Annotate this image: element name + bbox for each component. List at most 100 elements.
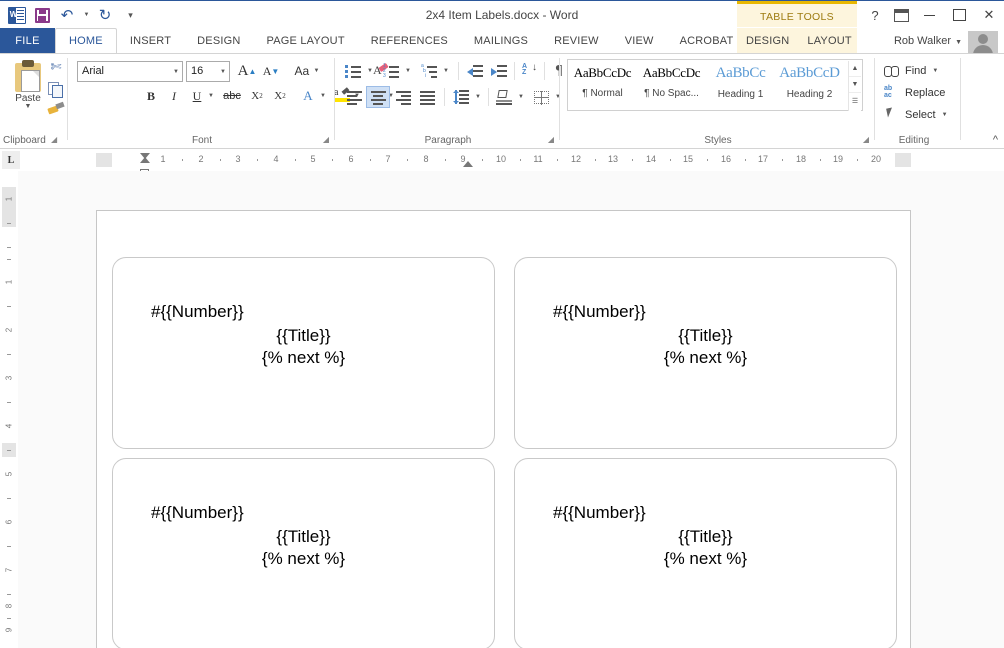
style-item-heading-2[interactable]: AaBbCcD Heading 2 <box>775 60 844 110</box>
ribbon-display-options-icon[interactable] <box>888 2 914 28</box>
styles-dialog-launcher[interactable]: ◢ <box>863 135 869 144</box>
font-size-input[interactable]: 16 ▼ <box>186 61 230 82</box>
user-account[interactable]: Rob Walker ▼ <box>894 28 962 54</box>
change-case-button[interactable]: Aa ▼ <box>291 60 323 82</box>
copy-icon[interactable] <box>48 80 64 96</box>
chevron-down-icon[interactable]: ▼ <box>173 69 179 75</box>
style-item-heading-1[interactable]: AaBbCc Heading 1 <box>706 60 775 110</box>
shrink-font-button[interactable]: A▼ <box>260 60 282 82</box>
label-cell[interactable]: #{{Number}} {{Title}} {% next %} <box>514 458 897 648</box>
styles-scrollbar[interactable]: ▲ ▼ ☰ <box>848 61 861 111</box>
undo-dropdown-icon[interactable]: ▼ <box>81 4 91 26</box>
chevron-down-icon[interactable]: ▼ <box>220 69 226 75</box>
italic-button[interactable]: I <box>164 84 184 108</box>
paragraph-dialog-launcher[interactable]: ◢ <box>548 135 554 144</box>
format-painter-icon[interactable] <box>48 100 64 116</box>
collapse-ribbon-button[interactable]: ^ <box>993 134 998 146</box>
label-cell[interactable]: #{{Number}} {{Title}} {% next %} <box>514 257 897 449</box>
minimize-button[interactable] <box>914 2 944 28</box>
avatar[interactable] <box>968 31 998 54</box>
bullets-button[interactable] <box>342 60 364 82</box>
sort-button[interactable]: AZ↓ <box>519 60 541 82</box>
tab-mailings[interactable]: MAILINGS <box>461 28 541 54</box>
underline-dropdown-icon[interactable]: ▼ <box>205 84 217 108</box>
tab-page-layout[interactable]: PAGE LAYOUT <box>254 28 358 54</box>
font-dialog-launcher[interactable]: ◢ <box>323 135 329 144</box>
multilevel-dropdown-icon[interactable]: ▼ <box>440 60 452 82</box>
cut-icon[interactable]: ✄ <box>48 60 64 76</box>
redo-icon[interactable]: ↻ <box>94 4 116 26</box>
ruler-num: 17 <box>758 154 768 164</box>
shading-dropdown-icon[interactable]: ▼ <box>515 86 527 108</box>
bold-button[interactable]: B <box>141 84 161 108</box>
vruler-num: 2 <box>5 328 14 332</box>
styles-more-icon[interactable]: ☰ <box>849 93 861 109</box>
vertical-ruler[interactable]: 1 1 2 3 4 5 6 7 8 9 <box>0 171 18 648</box>
line-spacing-dropdown-icon[interactable]: ▼ <box>472 86 484 108</box>
customize-qat-icon[interactable]: ▾ <box>119 4 141 26</box>
align-right-button[interactable] <box>391 86 415 108</box>
hanging-indent-marker[interactable] <box>140 157 150 163</box>
align-left-button[interactable] <box>342 86 366 108</box>
label-cell[interactable]: #{{Number}} {{Title}} {% next %} <box>112 458 495 648</box>
close-button[interactable]: ✕ <box>974 2 1004 28</box>
tab-references[interactable]: REFERENCES <box>358 28 461 54</box>
numbering-dropdown-icon[interactable]: ▼ <box>402 60 414 82</box>
save-icon[interactable] <box>31 4 53 26</box>
numbering-button[interactable]: 123 <box>380 60 402 82</box>
document-canvas[interactable]: #{{Number}} {{Title}} {% next %} #{{Numb… <box>18 171 1004 648</box>
multilevel-list-button[interactable]: abi <box>418 60 440 82</box>
horizontal-ruler[interactable]: L 1 2 3 4 5 6 7 8 9 10 11 12 13 14 15 16… <box>0 149 1004 171</box>
justify-button[interactable] <box>415 86 439 108</box>
paste-button[interactable]: Paste ▼ <box>8 60 48 110</box>
replace-button[interactable]: abac Replace <box>884 83 945 103</box>
align-center-button[interactable] <box>366 86 390 108</box>
label-cell[interactable]: #{{Number}} {{Title}} {% next %} <box>112 257 495 449</box>
shading-button[interactable] <box>493 86 515 108</box>
tab-table-layout[interactable]: LAYOUT <box>798 28 860 54</box>
text-effects-dropdown-icon[interactable]: ▼ <box>317 84 329 108</box>
undo-icon[interactable]: ↶ <box>56 4 78 26</box>
text-effects-button[interactable]: A <box>297 84 319 108</box>
chevron-down-icon[interactable]: ▼ <box>942 112 948 118</box>
document-page[interactable]: #{{Number}} {{Title}} {% next %} #{{Numb… <box>96 210 911 648</box>
right-indent-marker[interactable] <box>463 161 473 167</box>
underline-button[interactable]: U <box>187 84 207 108</box>
tab-stop-selector[interactable]: L <box>2 151 20 169</box>
ruler-num: 4 <box>273 154 278 164</box>
select-button[interactable]: Select ▼ <box>884 105 948 125</box>
chevron-down-icon[interactable]: ▼ <box>932 68 938 74</box>
subscript-button[interactable]: X2 <box>246 84 268 108</box>
style-item-no-spacing[interactable]: AaBbCcDc ¶ No Spac... <box>637 60 706 110</box>
help-icon[interactable]: ? <box>862 2 888 28</box>
styles-scroll-down-icon[interactable]: ▼ <box>849 77 861 93</box>
tab-file[interactable]: FILE <box>0 28 55 54</box>
line-spacing-button[interactable] <box>450 86 472 108</box>
tab-design[interactable]: DESIGN <box>184 28 253 54</box>
style-item-normal[interactable]: AaBbCcDc ¶ Normal <box>568 60 637 110</box>
maximize-button[interactable] <box>944 2 974 28</box>
chevron-down-icon[interactable]: ▼ <box>8 104 48 110</box>
tab-acrobat[interactable]: ACROBAT <box>667 28 747 54</box>
clipboard-dialog-launcher[interactable]: ◢ <box>51 135 57 144</box>
ruler-track[interactable]: 1 2 3 4 5 6 7 8 9 10 11 12 13 14 15 16 1… <box>96 153 911 167</box>
find-button[interactable]: Find ▼ <box>884 61 938 81</box>
strikethrough-button[interactable]: abc <box>221 84 243 108</box>
group-label-paragraph: Paragraph <box>336 135 560 146</box>
styles-scroll-up-icon[interactable]: ▲ <box>849 61 861 77</box>
tab-review[interactable]: REVIEW <box>541 28 612 54</box>
label-table: #{{Number}} {{Title}} {% next %} #{{Numb… <box>112 257 898 648</box>
tab-insert[interactable]: INSERT <box>117 28 184 54</box>
tab-table-design[interactable]: DESIGN <box>737 28 798 54</box>
font-name-input[interactable]: Arial ▼ <box>77 61 183 82</box>
tab-home[interactable]: HOME <box>55 28 117 54</box>
tab-view[interactable]: VIEW <box>612 28 667 54</box>
word-logo-icon[interactable]: W <box>6 4 28 26</box>
superscript-button[interactable]: X2 <box>269 84 291 108</box>
decrease-indent-button[interactable] <box>464 60 486 82</box>
increase-indent-button[interactable] <box>488 60 510 82</box>
grow-font-button[interactable]: A▲ <box>236 60 258 82</box>
bullets-dropdown-icon[interactable]: ▼ <box>364 60 376 82</box>
borders-button[interactable] <box>530 86 552 108</box>
subscript-label: X <box>251 90 259 102</box>
